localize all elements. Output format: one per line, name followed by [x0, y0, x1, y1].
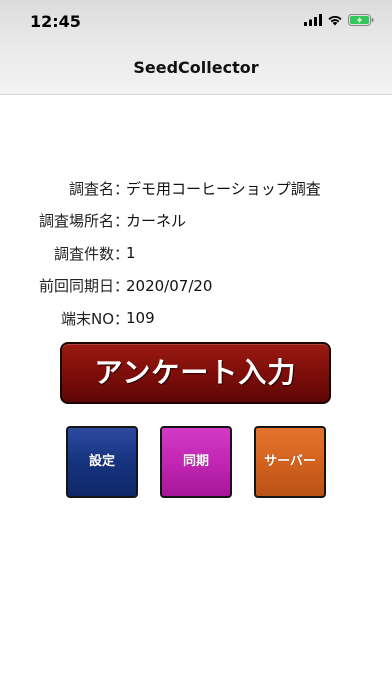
battery-charging-icon — [348, 14, 374, 26]
survey-info: 調査名 ： デモ用コーヒーショップ調査 調査場所名 ： カーネル 調査件数 ： … — [0, 172, 392, 335]
last-sync-value: 2020/07/20 — [126, 276, 213, 295]
survey-name-label: 調査名 — [68, 179, 114, 198]
wifi-icon — [328, 15, 342, 26]
label-colon: ： — [114, 179, 130, 198]
server-button[interactable]: サーバー — [254, 426, 326, 498]
top-bar: 12:45 SeedCollector — [0, 0, 392, 95]
last-sync-label: 前回同期日 — [38, 277, 114, 296]
app-title: SeedCollector — [133, 58, 259, 77]
label-colon: ： — [114, 309, 130, 328]
label-colon: ： — [114, 277, 130, 296]
label-colon: ： — [114, 212, 130, 231]
info-row-location: 調査場所名 ： カーネル — [0, 205, 392, 238]
info-row-survey-name: 調査名 ： デモ用コーヒーショップ調査 — [0, 172, 392, 205]
device-no-label: 端末NO — [60, 309, 114, 328]
survey-count-label: 調査件数 — [53, 244, 114, 263]
survey-name-value: デモ用コーヒーショップ調査 — [126, 179, 321, 198]
settings-button[interactable]: 設定 — [66, 426, 138, 498]
status-icons — [304, 14, 374, 26]
device-no-value: 109 — [126, 309, 155, 328]
info-row-count: 調査件数 ： 1 — [0, 237, 392, 270]
location-value: カーネル — [126, 212, 187, 231]
survey-input-button[interactable]: アンケート入力 — [60, 342, 331, 404]
status-time: 12:45 — [30, 12, 81, 31]
sync-button[interactable]: 同期 — [160, 426, 232, 498]
label-colon: ： — [114, 244, 130, 263]
location-label: 調査場所名 — [38, 212, 114, 231]
survey-count-value: 1 — [126, 244, 136, 263]
info-row-device-no: 端末NO ： 109 — [0, 302, 392, 335]
info-row-last-sync: 前回同期日 ： 2020/07/20 — [0, 270, 392, 303]
cellular-signal-icon — [304, 14, 322, 26]
